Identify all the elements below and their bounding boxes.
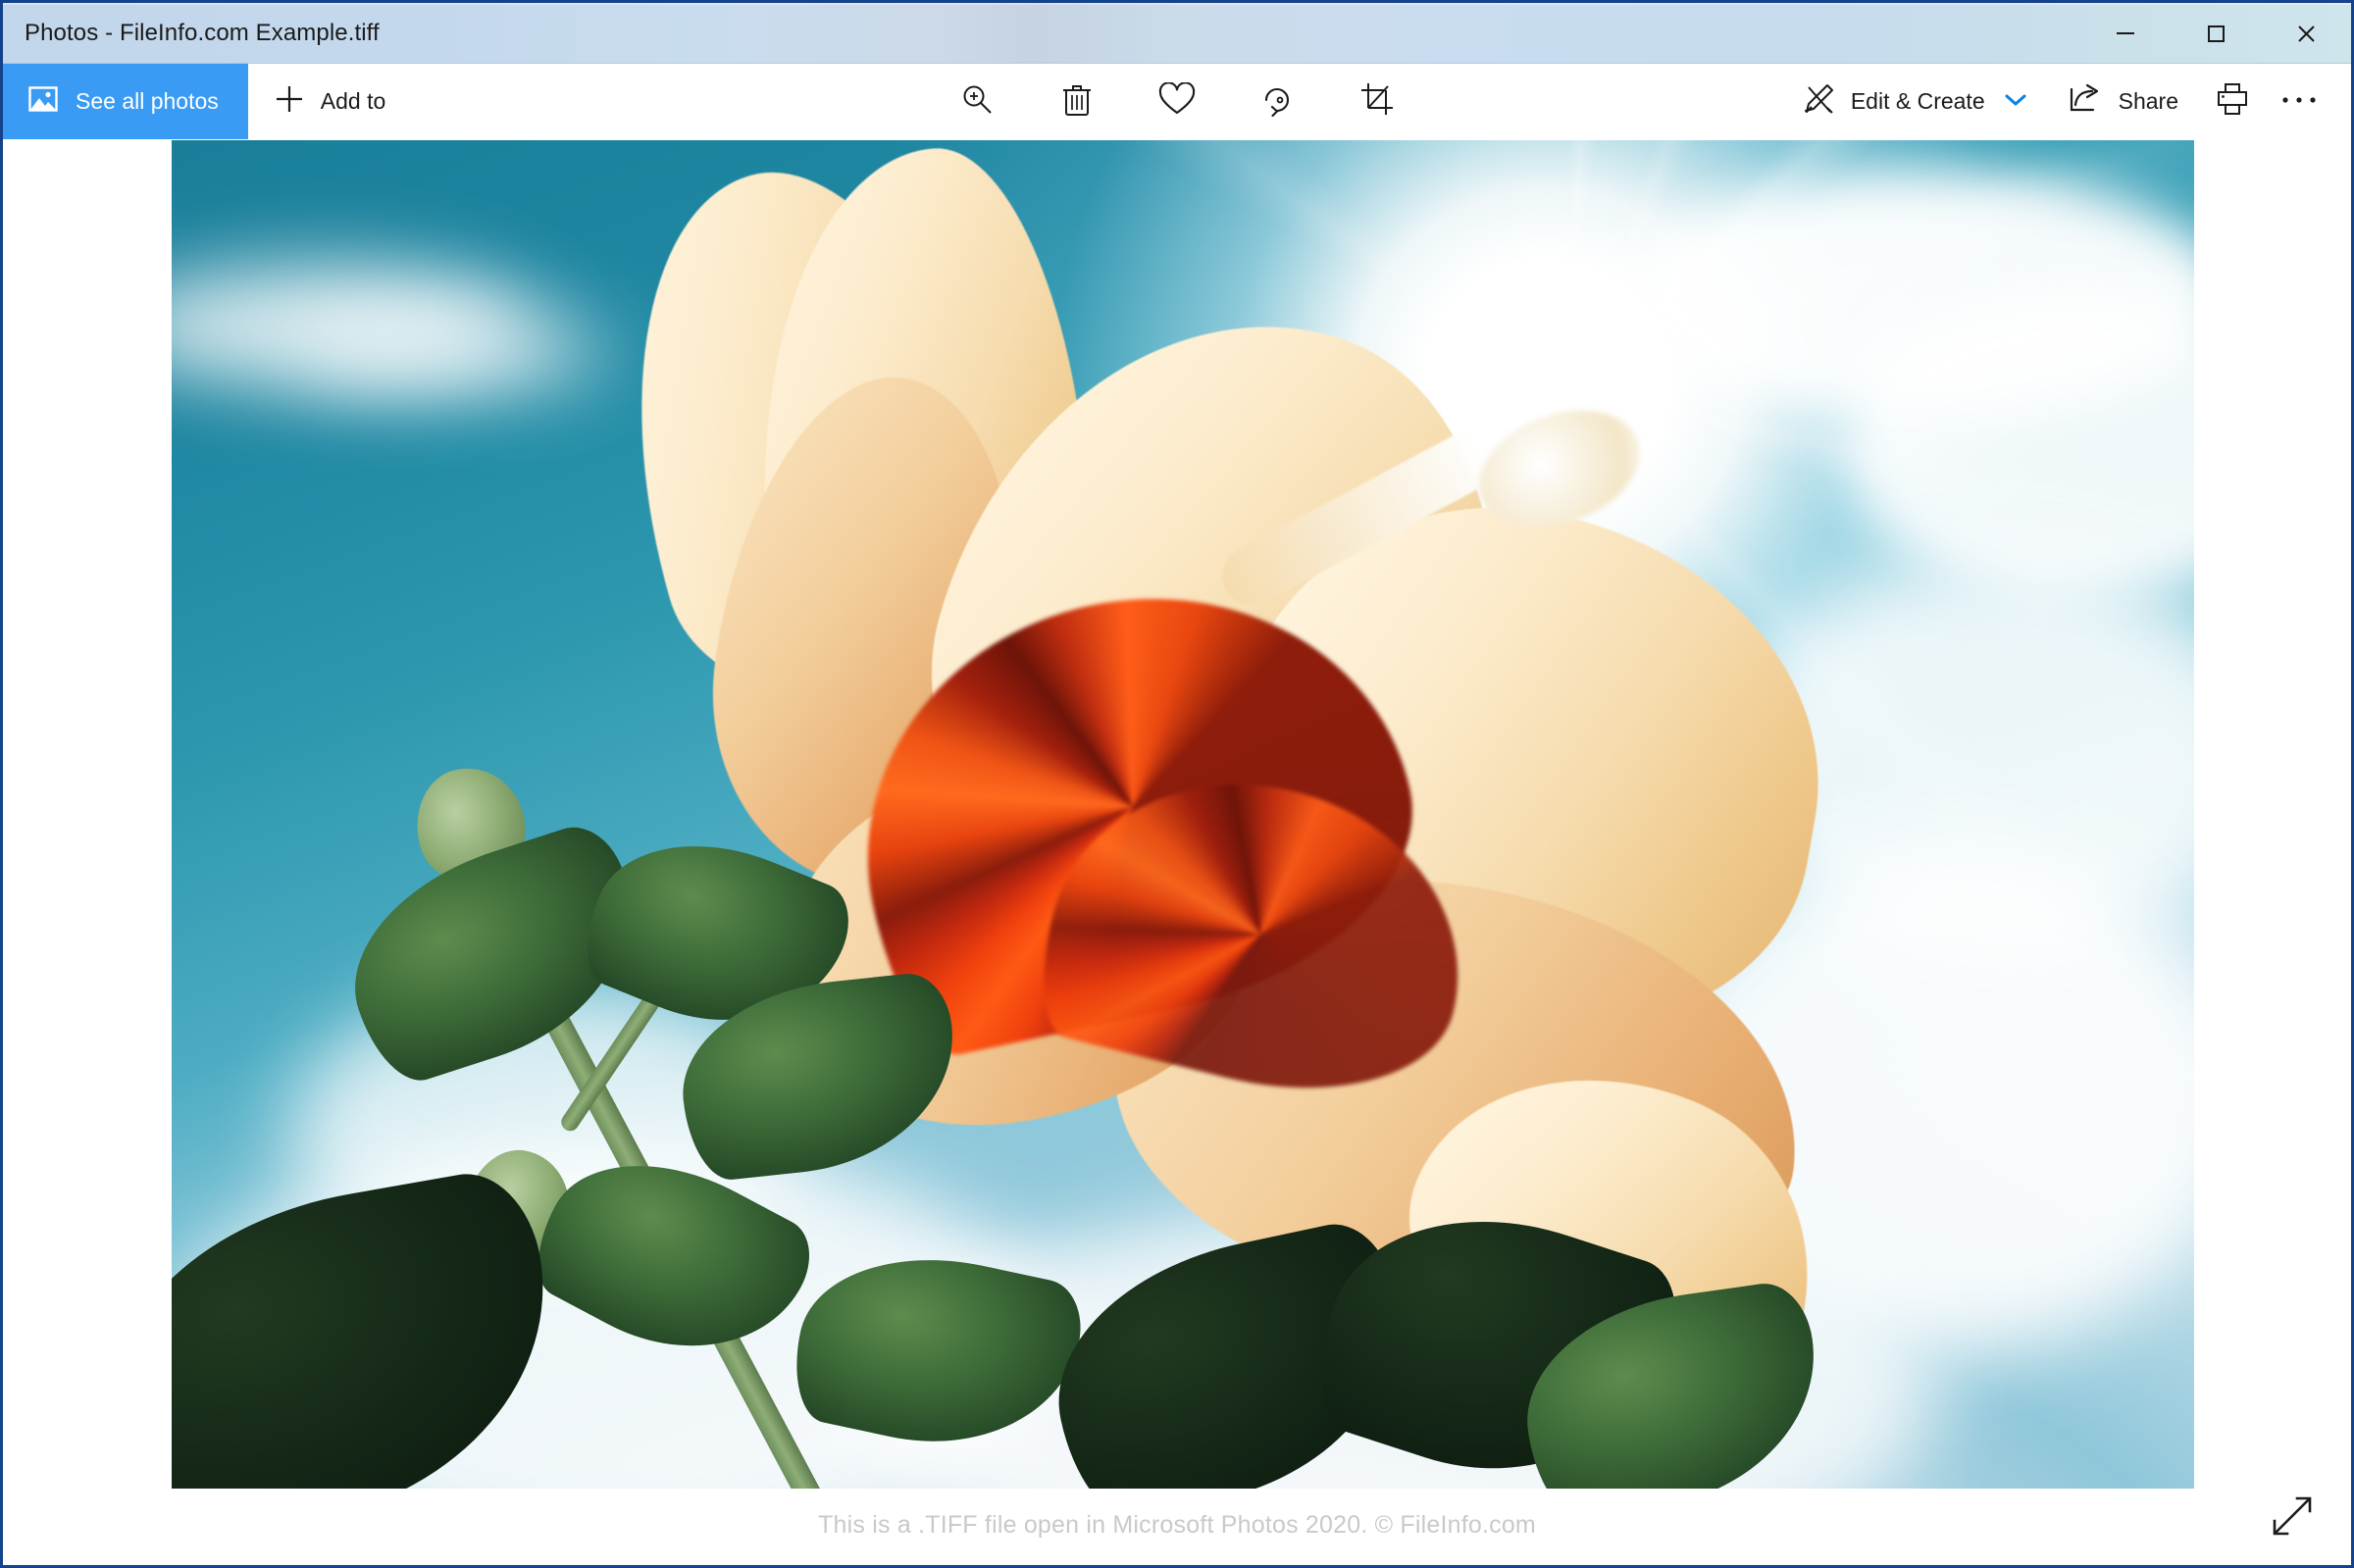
ellipsis-icon [2280,93,2318,111]
share-label: Share [2118,88,2178,114]
minimize-button[interactable] [2080,3,2171,63]
resize-grip-icon [2269,1492,2316,1544]
crop-icon [1359,81,1395,122]
resize-grip[interactable] [2267,1492,2318,1543]
rotate-icon [1259,81,1295,122]
photo-stage[interactable]: This is a .TIFF file open in Microsoft P… [3,140,2351,1565]
edit-and-create-button[interactable]: Edit & Create [1784,72,2044,132]
zoom-in-button[interactable] [947,72,1007,132]
print-icon [2215,82,2250,121]
see-all-photos-button[interactable]: See all photos [3,64,248,139]
right-tool-group: Edit & Create Share [1784,64,2351,139]
add-to-label: Add to [320,88,386,114]
share-button[interactable]: Share [2050,72,2196,132]
close-icon [2298,25,2315,42]
zoom-in-icon [959,81,995,122]
crop-button[interactable] [1347,72,1407,132]
maximize-button[interactable] [2171,3,2261,63]
minimize-icon [2117,31,2134,34]
rotate-button[interactable] [1247,72,1307,132]
print-button[interactable] [2202,72,2263,132]
window-title: Photos - FileInfo.com Example.tiff [25,19,380,46]
cloud [289,312,613,390]
app-toolbar: See all photos Add to Edit & Create Shar… [3,64,2351,140]
favorite-button[interactable] [1147,72,1207,132]
heart-icon [1158,81,1196,121]
delete-button[interactable] [1047,72,1107,132]
close-button[interactable] [2261,3,2351,63]
title-bar[interactable]: Photos - FileInfo.com Example.tiff [3,3,2351,64]
collection-icon [28,86,58,117]
delete-icon [1060,81,1094,122]
image-caption: This is a .TIFF file open in Microsoft P… [818,1511,1536,1539]
see-more-button[interactable] [2269,72,2329,132]
edit-and-create-label: Edit & Create [1850,88,1985,114]
add-to-button[interactable]: Add to [248,64,412,139]
photo-image[interactable] [172,140,2194,1489]
plus-icon [274,83,305,121]
center-tool-group [947,64,1407,139]
window-controls [2080,3,2351,63]
see-all-photos-label: See all photos [76,88,219,114]
chevron-down-icon [2005,92,2026,111]
edit-create-icon [1802,82,1835,122]
share-icon [2068,83,2103,121]
photos-app-window: Photos - FileInfo.com Example.tiff See a… [0,0,2354,1568]
maximize-icon [2208,25,2225,42]
